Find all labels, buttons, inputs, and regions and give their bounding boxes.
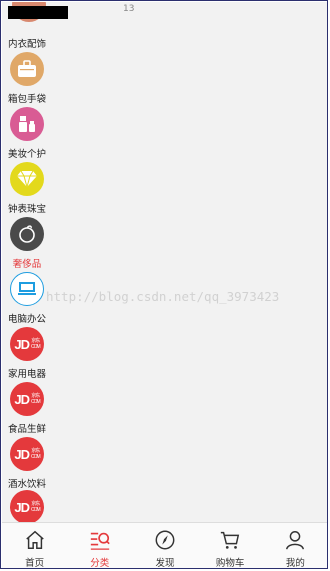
tab-home[interactable]: 首页 xyxy=(5,523,65,569)
category-label: 酒水饮料 xyxy=(7,479,46,490)
category-label: 食品生鲜 xyxy=(7,424,46,435)
jd-logo-icon: JD 京东 COM xyxy=(10,382,44,416)
tab-cart[interactable]: 购物车 xyxy=(200,523,260,569)
jd-logo-icon: JD 京东 COM xyxy=(10,437,44,471)
home-icon xyxy=(25,530,44,549)
tab-category[interactable]: 分类 xyxy=(70,523,130,569)
jd-logo-main: JD xyxy=(14,336,30,352)
category-label: 家用电器 xyxy=(7,369,46,380)
cosmetics-icon xyxy=(10,107,44,141)
status-number: 13 xyxy=(123,4,135,14)
category-content: 13 内衣配饰 箱包手袋 美妆个护 钟表珠宝 奢侈品 电脑办公 JD 京东 CO… xyxy=(2,2,327,522)
jd-logo-main: JD xyxy=(14,391,30,407)
tab-discover[interactable]: 发现 xyxy=(135,523,195,569)
computer-icon xyxy=(10,272,44,306)
jd-logo-sub-bottom: COM xyxy=(30,454,41,460)
category-label: 奢侈品 xyxy=(12,259,42,270)
jd-logo-icon: JD 京东 COM xyxy=(10,490,44,522)
luxury-icon xyxy=(10,217,44,251)
watermark-text: http://blog.csdn.net/qq_3973423 xyxy=(46,289,280,304)
jd-logo-sub-bottom: COM xyxy=(30,399,41,405)
tab-label: 发现 xyxy=(155,558,175,569)
tab-label: 分类 xyxy=(90,558,110,569)
category-search-icon xyxy=(90,532,110,550)
jd-logo-main: JD xyxy=(14,499,30,515)
bottom-tab-bar: 首页 分类 发现 购物车 我的 xyxy=(2,522,327,569)
app-frame: 13 内衣配饰 箱包手袋 美妆个护 钟表珠宝 奢侈品 电脑办公 JD 京东 CO… xyxy=(0,0,328,569)
jd-logo-sub-bottom: COM xyxy=(30,344,41,350)
jd-logo-icon: JD 京东 COM xyxy=(10,327,44,361)
redaction-bar xyxy=(8,6,68,19)
cart-icon xyxy=(220,531,240,549)
category-label: 美妆个护 xyxy=(7,149,46,160)
jd-logo-sub-bottom: COM xyxy=(30,507,41,513)
tab-label: 购物车 xyxy=(215,558,245,569)
bag-icon xyxy=(10,52,44,86)
tab-label: 我的 xyxy=(285,558,305,569)
compass-icon xyxy=(155,530,175,550)
diamond-icon xyxy=(10,162,44,196)
category-label: 钟表珠宝 xyxy=(7,204,46,215)
tab-label: 首页 xyxy=(25,558,45,569)
jd-logo-main: JD xyxy=(14,446,30,462)
category-label: 箱包手袋 xyxy=(7,94,46,105)
user-icon xyxy=(286,531,305,550)
tab-mine[interactable]: 我的 xyxy=(265,523,325,569)
category-label: 内衣配饰 xyxy=(7,39,46,50)
category-label: 电脑办公 xyxy=(7,314,46,325)
